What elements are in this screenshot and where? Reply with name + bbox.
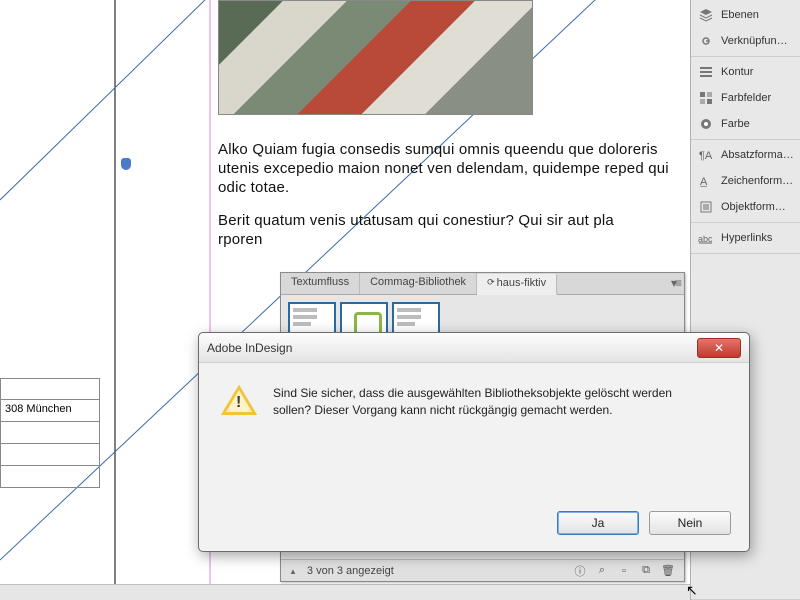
table-row (0, 466, 100, 488)
panel-kontur[interactable]: Kontur (691, 59, 800, 85)
panel-verknuepfungen[interactable]: Verknüpfun… (691, 28, 800, 54)
panel-label: Farbe (721, 118, 750, 130)
close-icon: ✕ (714, 341, 724, 355)
info-icon[interactable]: ⓘ (572, 563, 588, 579)
panel-ebenen[interactable]: Ebenen (691, 2, 800, 28)
svg-text:¶A: ¶A (699, 150, 713, 162)
panel-group-layers: Ebenen Verknüpfun… (691, 0, 800, 57)
links-icon (697, 32, 715, 50)
objstyle-icon (697, 198, 715, 216)
trash-icon[interactable]: 🗑 (660, 563, 676, 579)
panel-label: Verknüpfun… (721, 35, 788, 47)
new-item-icon[interactable]: ▫ (616, 563, 632, 579)
library-statusbar: 3 von 3 angezeigt ⓘ ⌕ ▫ ⧉ 🗑 (281, 559, 684, 581)
new-icon[interactable]: ⧉ (638, 563, 654, 579)
panel-zeichenformate[interactable]: A̲ Zeichenform… (691, 168, 800, 194)
chevron-up-icon[interactable] (289, 565, 301, 577)
body-paragraph-1: Alko Quiam fugia consedis sumqui omnis q… (218, 140, 673, 197)
library-status-text: 3 von 3 angezeigt (307, 565, 394, 577)
swatches-icon (697, 89, 715, 107)
table-row: 308 München (0, 400, 100, 422)
table-row (0, 378, 100, 400)
panel-group-styles: ¶A Absatzforma… A̲ Zeichenform… Objektfo… (691, 140, 800, 223)
anchor-marker (121, 158, 131, 170)
confirm-dialog: Adobe InDesign ✕ ! Sind Sie sicher, dass… (198, 332, 750, 552)
hyperlink-icon: abc (697, 229, 715, 247)
table-row (0, 422, 100, 444)
panel-label: Zeichenform… (721, 175, 793, 187)
panel-label: Objektform… (721, 201, 786, 213)
panel-label: Kontur (721, 66, 753, 78)
placed-image[interactable] (218, 0, 533, 115)
text-frame[interactable]: Alko Quiam fugia consedis sumqui omnis q… (218, 140, 673, 263)
panel-objektformate[interactable]: Objektform… (691, 194, 800, 220)
panel-label: Absatzforma… (721, 149, 794, 161)
layers-icon (697, 6, 715, 24)
search-icon[interactable]: ⌕ (594, 563, 610, 579)
charstyle-icon: A̲ (697, 172, 715, 190)
dialog-button-row: Ja Nein (557, 511, 731, 535)
svg-text:A̲: A̲ (700, 176, 708, 188)
no-button[interactable]: Nein (649, 511, 731, 535)
address-table[interactable]: 308 München (0, 378, 100, 488)
panel-group-color: Kontur Farbfelder Farbe (691, 57, 800, 140)
panel-absatzformate[interactable]: ¶A Absatzforma… (691, 142, 800, 168)
stroke-icon (697, 63, 715, 81)
tab-textumfluss[interactable]: Textumfluss (281, 273, 360, 294)
color-icon (697, 115, 715, 133)
panel-group-links: abc Hyperlinks (691, 223, 800, 254)
panel-farbe[interactable]: Farbe (691, 111, 800, 137)
dialog-titlebar[interactable]: Adobe InDesign ✕ (199, 333, 749, 363)
refresh-icon: ⟳ (487, 277, 495, 287)
yes-button[interactable]: Ja (557, 511, 639, 535)
tab-commag-bibliothek[interactable]: Commag-Bibliothek (360, 273, 477, 294)
panel-farbfelder[interactable]: Farbfelder (691, 85, 800, 111)
panel-menu-icon[interactable] (671, 276, 680, 290)
panel-label: Farbfelder (721, 92, 771, 104)
library-tabbar: Textumfluss Commag-Bibliothek ⟳haus-fikt… (281, 273, 684, 295)
warning-icon: ! (221, 385, 257, 419)
panel-hyperlinks[interactable]: abc Hyperlinks (691, 225, 800, 251)
close-button[interactable]: ✕ (697, 338, 741, 358)
dialog-body: ! Sind Sie sicher, dass die ausgewählten… (199, 363, 749, 429)
tab-haus-fiktiv[interactable]: ⟳haus-fiktiv (477, 274, 557, 295)
table-row (0, 444, 100, 466)
dialog-message: Sind Sie sicher, dass die ausgewählten B… (273, 385, 703, 419)
horizontal-scrollbar[interactable] (0, 584, 690, 600)
parastyle-icon: ¶A (697, 146, 715, 164)
panel-label: Ebenen (721, 9, 759, 21)
panel-label: Hyperlinks (721, 232, 772, 244)
body-paragraph-2: Berit quatum venis utatusam qui conestiu… (218, 211, 673, 249)
dialog-title: Adobe InDesign (207, 341, 697, 355)
